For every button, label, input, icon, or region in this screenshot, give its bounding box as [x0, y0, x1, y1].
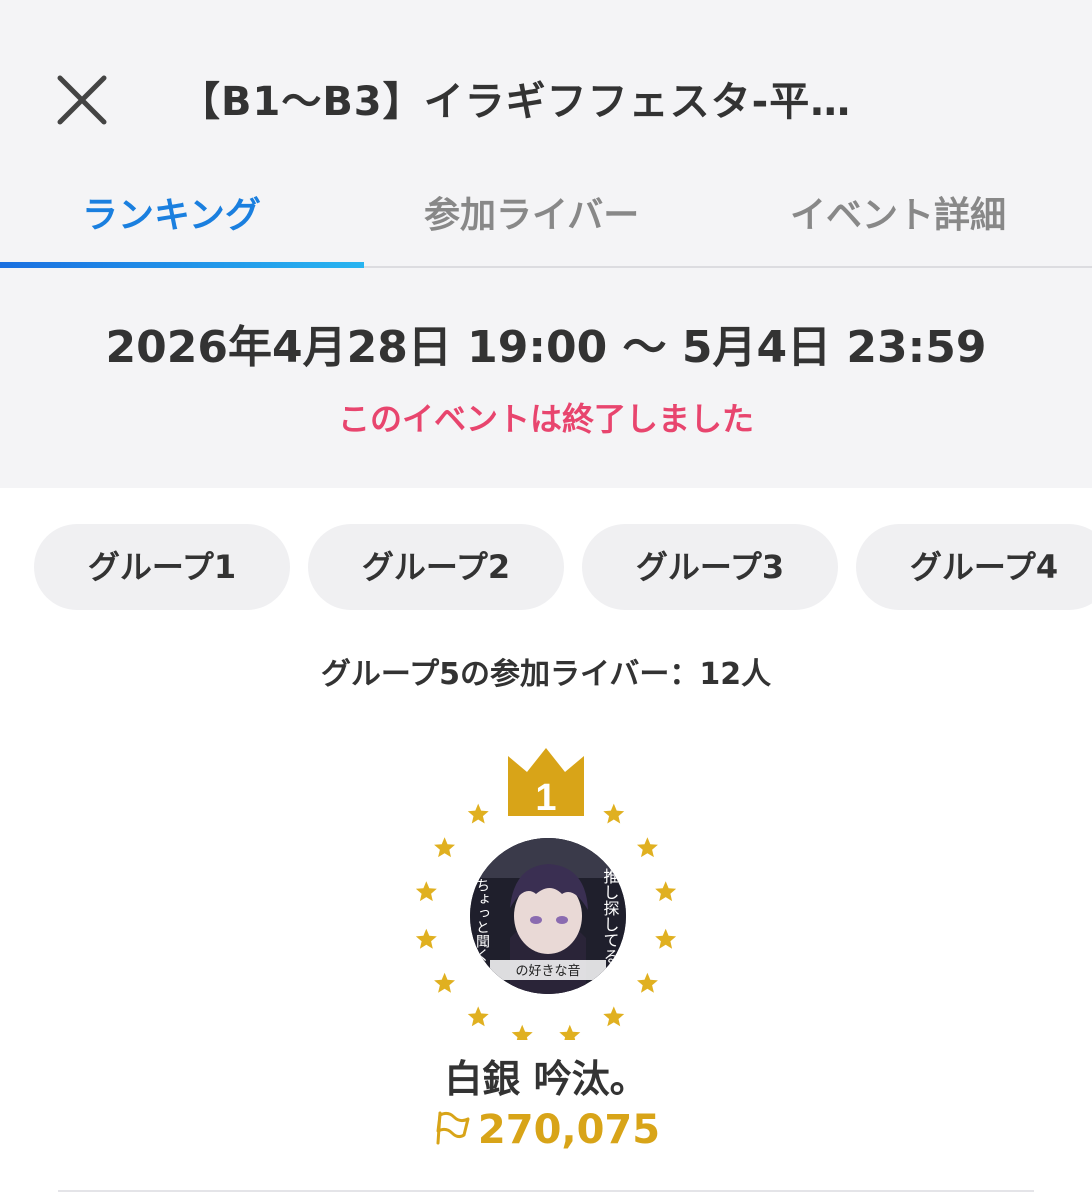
group-chip-2[interactable]: グループ2	[308, 524, 564, 610]
winner-name: 白銀 吟汰。	[444, 1057, 648, 1101]
group-chip-3[interactable]: グループ3	[582, 524, 838, 610]
tab-participants[interactable]: 参加ライバー	[424, 188, 639, 244]
tab-bar: ランキング 参加ライバー イベント詳細	[0, 170, 1092, 268]
group-filter: グループ1 グループ2 グループ3 グループ4	[34, 524, 1092, 610]
star-icon	[416, 928, 437, 949]
star-icon	[434, 972, 455, 993]
event-period: 2026年4月28日 19:00 〜 5月4日 23:59	[105, 322, 987, 373]
star-icon	[603, 1006, 625, 1027]
star-icon	[559, 1024, 581, 1040]
winner-score-row: 270,075	[0, 1102, 1092, 1158]
close-icon	[57, 75, 107, 125]
star-icon	[655, 881, 676, 902]
event-ended-notice: このイベントは終了しました	[337, 400, 754, 438]
star-icon	[467, 803, 489, 824]
avatar[interactable]: の好きな音 推し探してる ちょっと聞く	[470, 838, 626, 994]
header: 【B1〜B3】イラギフフェスタ-平…	[0, 0, 1092, 160]
crown-icon: 1	[508, 748, 584, 819]
star-icon	[637, 972, 658, 993]
star-icon	[637, 837, 658, 858]
avatar-image: の好きな音 推し探してる ちょっと聞く	[470, 838, 626, 994]
participants-count: グループ5の参加ライバー：12人	[320, 657, 772, 692]
group-chip-4[interactable]: グループ4	[856, 524, 1092, 610]
active-tab-indicator	[0, 262, 364, 268]
tab-event-details[interactable]: イベント詳細	[790, 188, 1006, 244]
svg-text:推し探してる: 推し探してる	[601, 868, 620, 964]
flag-icon	[436, 1111, 470, 1145]
winner-score: 270,075	[477, 1107, 661, 1153]
star-icon	[467, 1006, 489, 1027]
svg-text:の好きな音: の好きな音	[515, 963, 580, 979]
star-icon	[655, 928, 676, 949]
group-chip-1[interactable]: グループ1	[34, 524, 290, 610]
tab-ranking[interactable]: ランキング	[82, 188, 261, 244]
star-icon	[511, 1024, 533, 1040]
close-button[interactable]	[52, 70, 112, 130]
star-icon	[416, 881, 437, 902]
rank-number: 1	[535, 777, 556, 819]
page-title: 【B1〜B3】イラギフフェスタ-平…	[180, 79, 852, 125]
star-icon	[434, 837, 455, 858]
divider	[58, 1190, 1034, 1192]
star-icon	[603, 803, 625, 824]
